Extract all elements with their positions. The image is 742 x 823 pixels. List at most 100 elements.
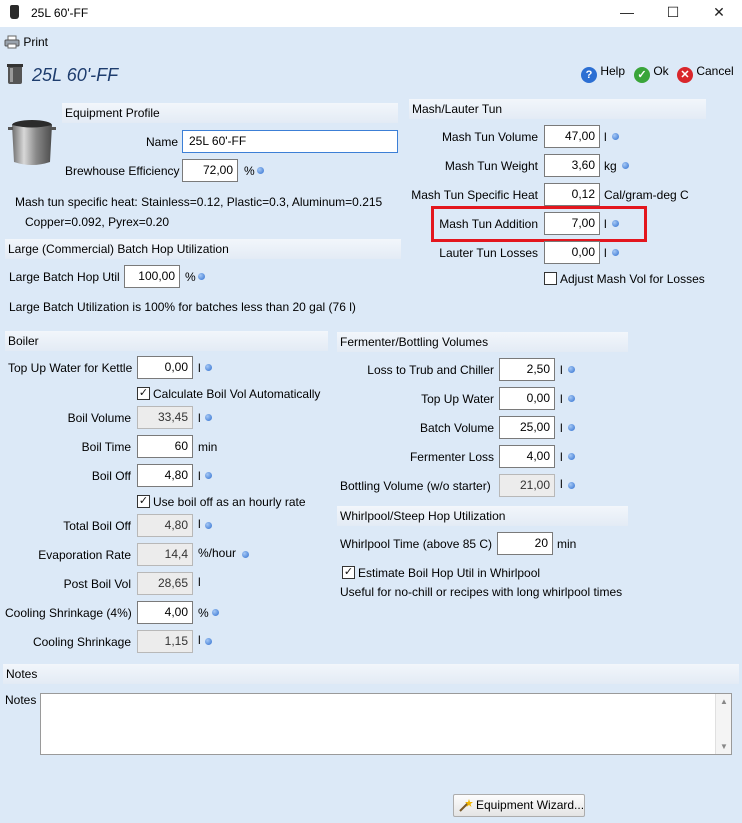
top-up-water-field[interactable]: 0,00 (499, 387, 555, 410)
boil-time-unit: min (198, 440, 218, 454)
batch-volume-unit: l (560, 421, 563, 435)
boil-off-field[interactable]: 4,80 (137, 464, 193, 487)
window-titlebar: 25L 60'-FF — ☐ ✕ (0, 0, 742, 27)
lauter-tun-losses-field[interactable]: 0,00 (544, 241, 600, 264)
info-dot-icon[interactable] (257, 167, 264, 174)
top-up-kettle-field[interactable]: 0,00 (137, 356, 193, 379)
bottling-volume-label: Bottling Volume (w/o starter) (340, 479, 491, 493)
post-boil-vol-label: Post Boil Vol (63, 577, 131, 591)
mash-tun-weight-unit: kg (604, 159, 617, 173)
section-equipment-profile: Equipment Profile (62, 103, 398, 123)
mash-tun-weight-field[interactable]: 3,60 (544, 154, 600, 177)
bottling-volume-field: 21,00 (499, 474, 555, 497)
mash-tun-addition-field[interactable]: 7,00 (544, 212, 600, 235)
info-dot-icon[interactable] (612, 249, 619, 256)
info-dot-icon[interactable] (622, 162, 629, 169)
section-notes: Notes (3, 664, 739, 684)
cooling-shrinkage-pct-field[interactable]: 4,00 (137, 601, 193, 624)
post-boil-vol-field: 28,65 (137, 572, 193, 595)
top-up-kettle-unit: l (198, 361, 201, 375)
help-icon: ? (581, 67, 597, 83)
boil-time-field[interactable]: 60 (137, 435, 193, 458)
mash-tun-addition-label: Mash Tun Addition (439, 217, 538, 231)
estimate-whirlpool-label: Estimate Boil Hop Util in Whirlpool (358, 566, 541, 580)
bottling-volume-unit: l (560, 477, 563, 491)
adjust-mash-vol-label: Adjust Mash Vol for Losses (560, 272, 705, 286)
info-dot-icon[interactable] (205, 414, 212, 421)
info-dot-icon[interactable] (568, 395, 575, 402)
minimize-button[interactable]: — (604, 0, 650, 27)
whirlpool-time-label: Whirlpool Time (above 85 C) (340, 537, 493, 551)
kettle-icon (8, 120, 56, 165)
help-button[interactable]: ? Help (581, 64, 625, 83)
notes-textarea[interactable]: ▲ ▼ (40, 693, 732, 755)
ok-label: Ok (653, 64, 669, 78)
scroll-up-icon[interactable]: ▲ (720, 697, 728, 706)
large-batch-unit: % (185, 270, 196, 284)
info-dot-icon[interactable] (612, 133, 619, 140)
wizard-label: Equipment Wizard... (476, 798, 585, 812)
lauter-tun-losses-unit: l (604, 246, 607, 260)
notes-scrollbar[interactable]: ▲ ▼ (715, 694, 731, 754)
info-dot-icon[interactable] (205, 638, 212, 645)
brewhouse-efficiency-field[interactable]: 72,00 (182, 159, 238, 182)
info-dot-icon[interactable] (568, 424, 575, 431)
print-button[interactable]: Print (4, 35, 48, 49)
cancel-button[interactable]: ✕ Cancel (677, 64, 734, 83)
wand-icon (459, 799, 473, 812)
equipment-wizard-button[interactable]: Equipment Wizard... (453, 794, 585, 817)
info-dot-icon[interactable] (568, 482, 575, 489)
cooling-shrinkage-unit: l (198, 633, 201, 647)
name-label: Name (145, 135, 178, 149)
calc-boil-auto-checkbox[interactable]: ✓ (137, 387, 150, 400)
trub-chiller-field[interactable]: 2,50 (499, 358, 555, 381)
page-title: 25L 60'-FF (32, 65, 119, 85)
info-dot-icon[interactable] (205, 472, 212, 479)
help-label: Help (600, 64, 626, 78)
info-dot-icon[interactable] (198, 273, 205, 280)
info-dot-icon[interactable] (568, 366, 575, 373)
top-up-water-unit: l (560, 392, 563, 406)
boil-volume-label: Boil Volume (67, 411, 131, 425)
estimate-whirlpool-checkbox[interactable]: ✓ (342, 566, 355, 579)
cancel-label: Cancel (696, 64, 734, 78)
info-dot-icon[interactable] (205, 522, 212, 529)
mash-tun-volume-field[interactable]: 47,00 (544, 125, 600, 148)
hourly-rate-checkbox[interactable]: ✓ (137, 495, 150, 508)
maximize-button[interactable]: ☐ (650, 0, 696, 27)
cooling-shrinkage-label: Cooling Shrinkage (32, 635, 131, 649)
fermenter-loss-field[interactable]: 4,00 (499, 445, 555, 468)
fermenter-loss-unit: l (560, 450, 563, 464)
calc-boil-auto-label: Calculate Boil Vol Automatically (153, 387, 321, 401)
info-dot-icon[interactable] (205, 364, 212, 371)
ok-button[interactable]: ✓ Ok (634, 64, 669, 83)
batch-volume-field[interactable]: 25,00 (499, 416, 555, 439)
specific-heat-note-2: Copper=0.092, Pyrex=0.20 (25, 215, 170, 229)
window-title: 25L 60'-FF (31, 6, 89, 20)
evaporation-rate-label: Evaporation Rate (38, 548, 131, 562)
mash-tun-specific-heat-field[interactable]: 0,12 (544, 183, 600, 206)
info-dot-icon[interactable] (612, 220, 619, 227)
adjust-mash-vol-checkbox[interactable] (544, 272, 557, 285)
mash-tun-volume-unit: l (604, 130, 607, 144)
mash-tun-specific-heat-label: Mash Tun Specific Heat (411, 188, 538, 202)
boil-volume-field: 33,45 (137, 406, 193, 429)
kettle-small-icon (7, 64, 23, 84)
section-mash-lauter: Mash/Lauter Tun (409, 99, 706, 119)
large-batch-field[interactable]: 100,00 (124, 265, 180, 288)
notes-label: Notes (5, 693, 37, 707)
mash-tun-addition-unit: l (604, 217, 607, 231)
batch-volume-label: Batch Volume (419, 421, 494, 435)
close-button[interactable]: ✕ (696, 0, 742, 27)
boil-time-label: Boil Time (81, 440, 131, 454)
print-label: Print (23, 35, 49, 49)
info-dot-icon[interactable] (212, 609, 219, 616)
scroll-down-icon[interactable]: ▼ (720, 742, 728, 751)
mash-tun-weight-label: Mash Tun Weight (444, 159, 538, 173)
info-dot-icon[interactable] (568, 453, 575, 460)
info-dot-icon[interactable] (242, 551, 249, 558)
name-field[interactable]: 25L 60'-FF (182, 130, 398, 153)
lauter-tun-losses-label: Lauter Tun Losses (439, 246, 538, 260)
whirlpool-time-field[interactable]: 20 (497, 532, 553, 555)
trub-chiller-unit: l (560, 363, 563, 377)
